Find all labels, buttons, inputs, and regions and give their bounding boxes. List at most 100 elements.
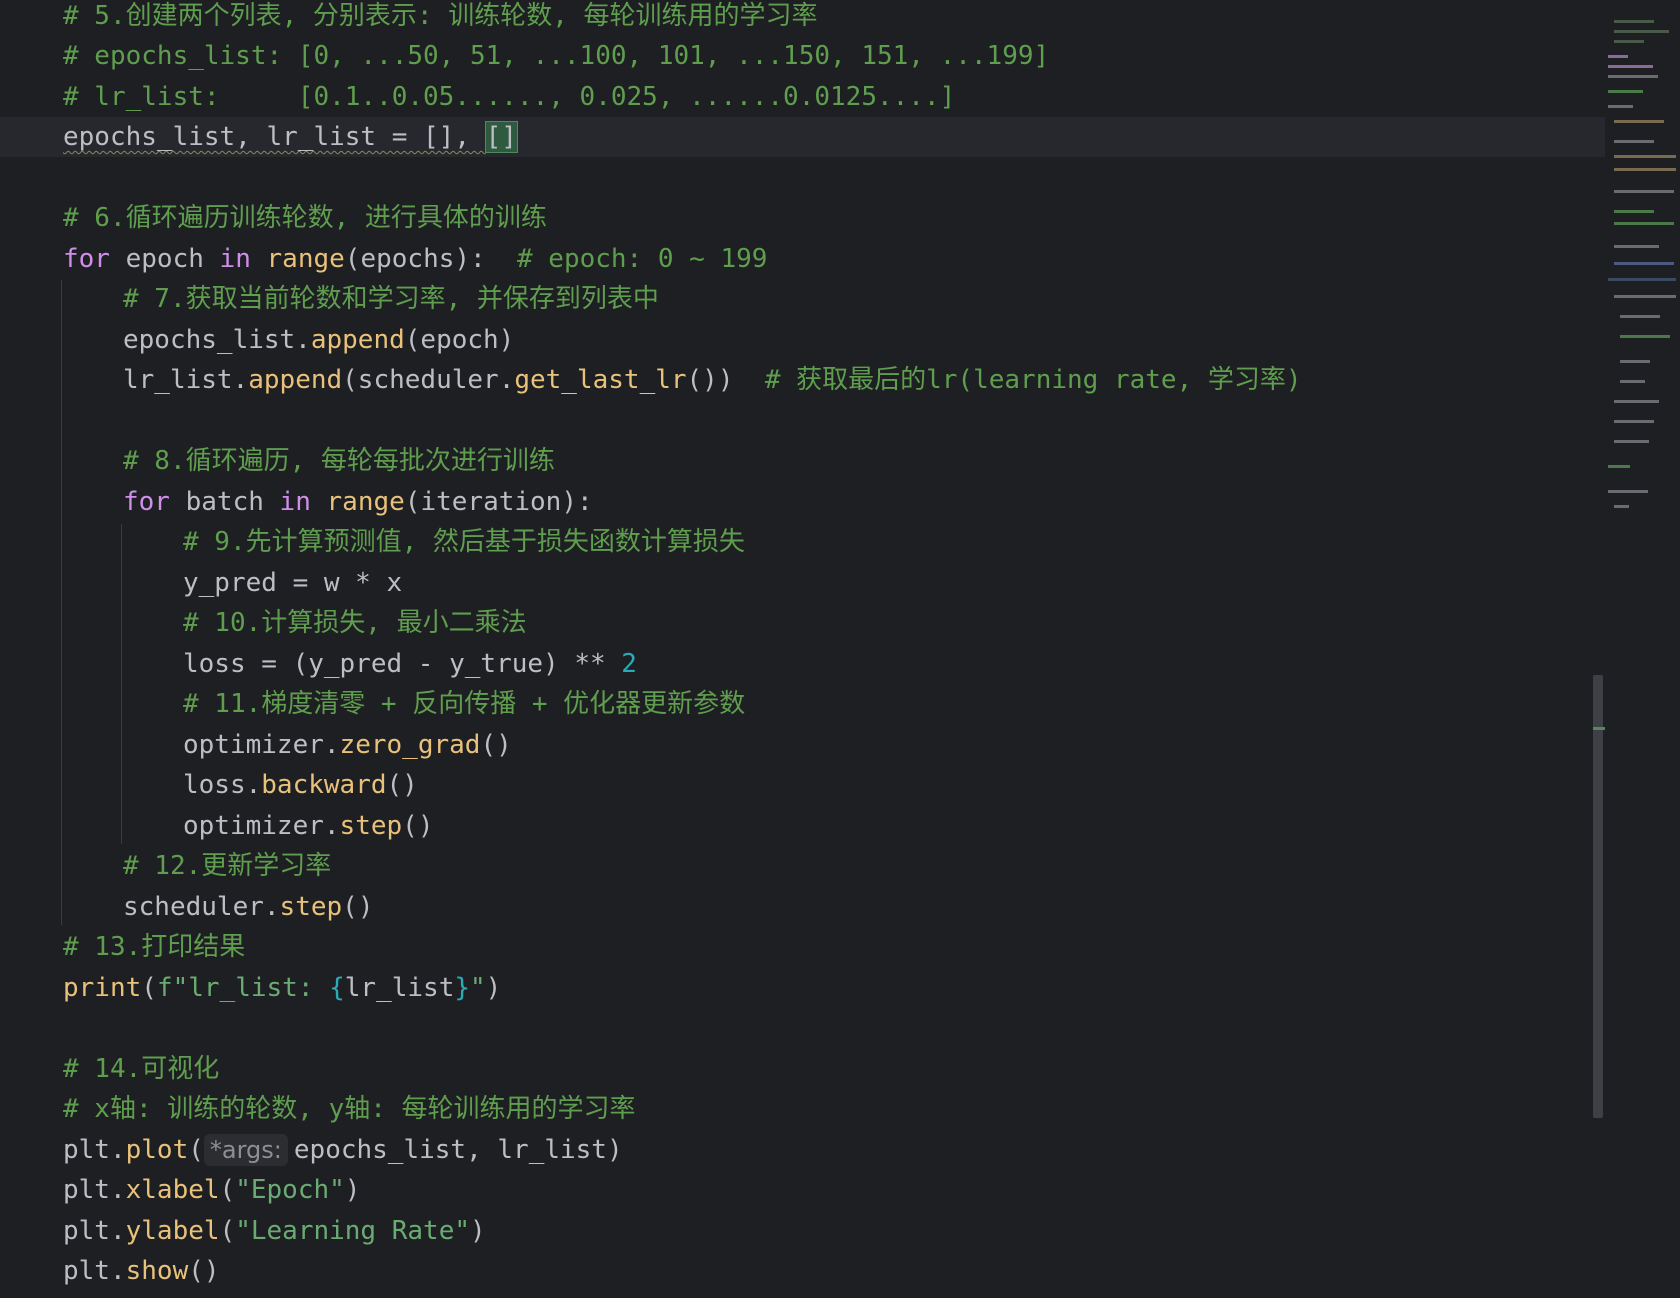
code-line[interactable]: plt.show() xyxy=(63,1251,1593,1291)
code-line[interactable]: # 14.可视化 xyxy=(63,1049,1593,1089)
code-line[interactable]: loss.backward() xyxy=(183,765,1680,805)
code-line[interactable]: lr_list.append(scheduler.get_last_lr()) … xyxy=(123,360,1653,400)
string-literal: "Epoch" xyxy=(235,1175,345,1205)
indent-guide-for-epoch xyxy=(61,280,62,925)
code-text: (epoch) xyxy=(404,325,515,355)
builtin: range xyxy=(326,487,405,517)
code-editor[interactable]: # 5.创建两个列表, 分别表示: 训练轮数, 每轮训练用的学习率 # epoc… xyxy=(0,0,1680,1298)
method: get_last_lr xyxy=(514,365,687,395)
code-line[interactable]: # 5.创建两个列表, 分别表示: 训练轮数, 每轮训练用的学习率 xyxy=(63,0,1593,36)
code-text: ) xyxy=(470,1216,486,1246)
string-literal: f"lr_list: xyxy=(156,973,330,1003)
code-line[interactable]: optimizer.step() xyxy=(183,806,1680,846)
code-text: ()) xyxy=(686,365,765,395)
method: xlabel xyxy=(125,1175,220,1205)
comment: # 5.创建两个列表, 分别表示: 训练轮数, 每轮训练用的学习率 xyxy=(63,1,818,31)
code-line[interactable]: y_pred = w * x xyxy=(183,563,1680,603)
code-line[interactable]: # 12.更新学习率 xyxy=(123,846,1653,886)
code-text: epochs_list, lr_list) xyxy=(293,1135,623,1165)
method: step xyxy=(279,892,343,922)
comment: # 13.打印结果 xyxy=(63,932,246,962)
code-minimap[interactable] xyxy=(1606,0,1680,520)
comment: # epoch: 0 ~ 199 xyxy=(516,244,768,274)
comment: # 10.计算损失, 最小二乘法 xyxy=(183,608,527,638)
code-line[interactable]: loss = (y_pred - y_true) ** 2 xyxy=(183,644,1680,684)
fstring-brace: } xyxy=(454,973,471,1003)
code-text: () xyxy=(342,892,374,922)
method: append xyxy=(248,365,343,395)
code-line[interactable]: # 9.先计算预测值, 然后基于损失函数计算损失 xyxy=(183,522,1680,562)
code-line[interactable]: # 6.循环遍历训练轮数, 进行具体的训练 xyxy=(63,198,1593,238)
code-line[interactable]: for batch in range(iteration): xyxy=(123,482,1653,522)
bracket-match: [] xyxy=(484,121,518,153)
comment: # 12.更新学习率 xyxy=(123,851,332,881)
code-text: () xyxy=(386,770,418,800)
comment: # 6.循环遍历训练轮数, 进行具体的训练 xyxy=(63,203,547,233)
comment: # 获取最后的lr(learning rate, 学习率) xyxy=(764,365,1302,395)
code-line[interactable]: # 10.计算损失, 最小二乘法 xyxy=(183,603,1680,643)
method: ylabel xyxy=(125,1216,220,1246)
code-line-current[interactable]: epochs_list, lr_list = [], [] xyxy=(63,117,1593,157)
code-line[interactable]: plt.ylabel("Learning Rate") xyxy=(63,1211,1593,1251)
code-text: (epochs): xyxy=(344,244,517,274)
code-line[interactable]: # epochs_list: [0, ...50, 51, ...100, 10… xyxy=(63,36,1593,76)
keyword: in xyxy=(219,244,251,274)
keyword: for xyxy=(123,487,170,517)
code-line[interactable]: plt.plot(*args: epochs_list, lr_list) xyxy=(63,1130,1593,1170)
code-text: lr_list. xyxy=(123,365,249,395)
code-text: optimizer. xyxy=(183,730,340,760)
code-text: epoch xyxy=(109,244,220,274)
code-text: plt. xyxy=(63,1135,126,1165)
code-line[interactable]: plt.xlabel("Epoch") xyxy=(63,1170,1593,1210)
code-text: () xyxy=(402,811,434,841)
code-line[interactable]: # 7.获取当前轮数和学习率, 并保存到列表中 xyxy=(123,279,1653,319)
code-text: loss = (y_pred - y_true) ** xyxy=(183,649,622,679)
comment: # epochs_list: [0, ...50, 51, ...100, 10… xyxy=(63,41,1050,71)
code-text: () xyxy=(480,730,512,760)
code-text: batch xyxy=(169,487,280,517)
code-line[interactable]: # x轴: 训练的轮数, y轴: 每轮训练用的学习率 xyxy=(63,1089,1593,1129)
code-text: scheduler. xyxy=(123,892,280,922)
code-text: ( xyxy=(188,1135,204,1165)
string-literal: " xyxy=(470,973,486,1003)
comment: # x轴: 训练的轮数, y轴: 每轮训练用的学习率 xyxy=(63,1094,636,1124)
number-literal: 2 xyxy=(621,649,637,679)
code-text: ) xyxy=(344,1175,361,1205)
scrollbar-marker xyxy=(1593,727,1605,730)
code-text: plt. xyxy=(63,1256,126,1286)
code-text: ( xyxy=(219,1175,236,1205)
code-line[interactable]: # 13.打印结果 xyxy=(63,927,1593,967)
code-line[interactable]: # lr_list: [0.1..0.05......, 0.025, ....… xyxy=(63,77,1593,117)
code-text: optimizer. xyxy=(183,811,340,841)
code-line[interactable]: print(f"lr_list: {lr_list}") xyxy=(63,968,1593,1008)
method: append xyxy=(310,325,405,355)
code-line[interactable]: for epoch in range(epochs): # epoch: 0 ~… xyxy=(63,239,1593,279)
code-line[interactable]: epochs_list.append(epoch) xyxy=(123,320,1653,360)
code-text: y_pred = w * x xyxy=(183,568,403,598)
method: zero_grad xyxy=(339,730,481,760)
method: step xyxy=(339,811,403,841)
code-text: ( xyxy=(141,973,157,1003)
comment: # lr_list: [0.1..0.05......, 0.025, ....… xyxy=(63,82,956,112)
code-text: plt. xyxy=(63,1175,126,1205)
comment: # 11.梯度清零 + 反向传播 + 优化器更新参数 xyxy=(183,689,746,719)
code-text: epochs_list, lr_list = [], xyxy=(63,122,486,152)
method: plot xyxy=(125,1135,189,1165)
code-text: (scheduler. xyxy=(342,365,515,395)
code-line[interactable]: scheduler.step() xyxy=(123,887,1653,927)
builtin: print xyxy=(63,973,142,1003)
vertical-scrollbar[interactable] xyxy=(1593,675,1603,1118)
keyword: for xyxy=(63,244,110,274)
comment: # 14.可视化 xyxy=(63,1054,220,1084)
code-text: () xyxy=(188,1256,220,1286)
comment: # 7.获取当前轮数和学习率, 并保存到列表中 xyxy=(123,284,659,314)
code-line[interactable]: # 11.梯度清零 + 反向传播 + 优化器更新参数 xyxy=(183,684,1680,724)
code-line[interactable]: # 8.循环遍历, 每轮每批次进行训练 xyxy=(123,441,1653,481)
method: backward xyxy=(261,770,387,800)
fstring-brace: { xyxy=(329,973,345,1003)
comment: # 9.先计算预测值, 然后基于损失函数计算损失 xyxy=(183,527,745,557)
code-line[interactable]: optimizer.zero_grad() xyxy=(183,725,1680,765)
code-text: ) xyxy=(485,973,502,1003)
